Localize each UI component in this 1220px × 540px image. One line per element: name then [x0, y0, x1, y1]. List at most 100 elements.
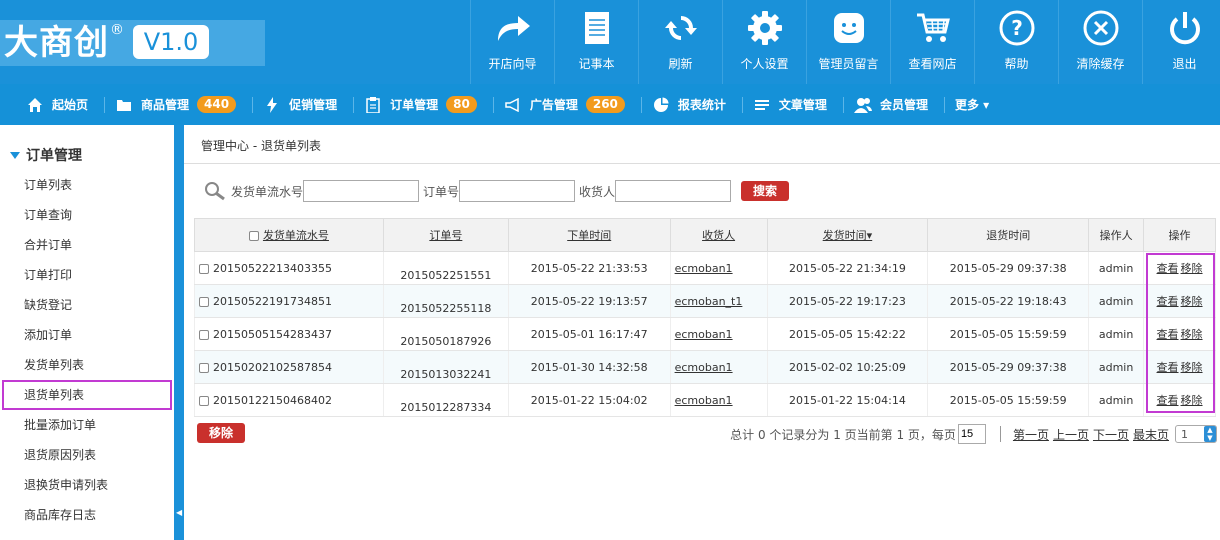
next-page-link[interactable]: 下一页: [1093, 426, 1129, 443]
nav-divider: [842, 96, 844, 113]
col-order-sn[interactable]: 订单号: [382, 218, 509, 252]
topnav-item-2[interactable]: 刷新: [638, 0, 722, 84]
page-size-input[interactable]: [957, 424, 986, 444]
consignee-label: 收货人: [579, 184, 616, 199]
table-footer: 移除 总计 0 个记录分为 1 页当前第 1 页，每页 第一页 上一页 下一页 …: [197, 423, 1217, 445]
nav-item-6[interactable]: 文章管理: [749, 84, 837, 125]
sidebar-item[interactable]: 合并订单: [0, 230, 176, 260]
table-row: 20150522191734851 2015052255118 2015-05-22…: [194, 284, 1216, 318]
col-operator-label: 操作人: [1099, 229, 1133, 242]
remove-link[interactable]: 移除: [1181, 262, 1203, 275]
lightning-icon: [263, 96, 281, 114]
sidebar-item[interactable]: 退换货申请列表: [0, 470, 176, 500]
view-link[interactable]: 查看: [1157, 361, 1179, 374]
topnav-item-3[interactable]: 个人设置: [722, 0, 806, 84]
collapse-arrow-icon: ◀: [176, 508, 183, 517]
topnav-item-5[interactable]: 查看网店: [890, 0, 974, 84]
topnav-item-7[interactable]: 清除缓存: [1058, 0, 1142, 84]
cell-delivery-sn: 20150122150468402: [194, 383, 384, 417]
col-ship-time[interactable]: 发货时间▾: [766, 218, 929, 252]
select-all-checkbox[interactable]: [248, 231, 259, 241]
topnav-label: 开店向导: [488, 57, 537, 71]
row-checkbox[interactable]: [199, 263, 209, 274]
col-order-sn-label: 订单号: [429, 229, 463, 242]
table-row: 20150122150468402 2015012287334 2015-01-22…: [194, 383, 1216, 417]
sidebar-item[interactable]: 退货原因列表: [0, 440, 176, 470]
prev-page-link[interactable]: 上一页: [1053, 426, 1089, 443]
sidebar-item[interactable]: 批量添加订单: [0, 410, 176, 440]
col-order-time[interactable]: 下单时间: [507, 218, 671, 252]
cell-actions: 查看 移除: [1143, 317, 1216, 351]
cell-return-time: 2015-05-22 19:18:43: [927, 284, 1090, 318]
row-checkbox[interactable]: [199, 362, 209, 373]
topnav-label: 刷新: [668, 57, 693, 71]
topnav-label: 退出: [1172, 57, 1197, 71]
table-row: 20150202102587854 2015013032241 2015-01-30…: [194, 350, 1216, 384]
view-link[interactable]: 查看: [1157, 394, 1179, 407]
remove-link[interactable]: 移除: [1181, 394, 1203, 407]
list-icon: [753, 96, 771, 114]
delivery-sn: 20150122150468402: [213, 393, 332, 407]
nav-item-3[interactable]: 订单管理 80: [360, 84, 487, 125]
nav-item-7[interactable]: 会员管理: [850, 84, 938, 125]
cell-operator: admin: [1088, 284, 1145, 318]
message-smile-icon: [807, 10, 890, 46]
row-checkbox[interactable]: [199, 329, 209, 340]
table-row: 20150522213403355 2015052251551 2015-05-22…: [194, 251, 1216, 285]
order-sn-input[interactable]: [459, 180, 576, 202]
remove-link[interactable]: 移除: [1181, 361, 1203, 374]
nav-item-5[interactable]: 报表统计: [648, 84, 736, 125]
sidebar-title[interactable]: 订单管理: [10, 145, 82, 165]
remove-button[interactable]: 移除: [197, 423, 246, 443]
view-link[interactable]: 查看: [1157, 262, 1179, 275]
nav-divider: [492, 96, 494, 113]
col-delivery-sn[interactable]: 发货单流水号: [194, 218, 384, 252]
nav-item-8[interactable]: 更多 ▾: [951, 84, 999, 125]
nav-item-1[interactable]: 商品管理 440: [111, 84, 246, 125]
topnav-item-8[interactable]: 退出: [1142, 0, 1220, 84]
cell-consignee[interactable]: ecmoban1: [669, 317, 768, 351]
topnav-item-1[interactable]: 记事本: [554, 0, 638, 84]
cell-delivery-sn: 20150522213403355: [194, 251, 384, 285]
cell-consignee[interactable]: ecmoban1: [669, 251, 768, 285]
row-checkbox[interactable]: [199, 395, 209, 406]
sidebar-item[interactable]: 订单查询: [0, 200, 176, 230]
consignee-input[interactable]: [615, 180, 732, 202]
breadcrumb-root[interactable]: 管理中心: [201, 139, 249, 153]
topnav-item-0[interactable]: 开店向导: [470, 0, 554, 84]
first-page-link[interactable]: 第一页: [1013, 426, 1049, 443]
remove-link[interactable]: 移除: [1181, 328, 1203, 341]
col-return-time: 退货时间: [927, 218, 1090, 252]
cell-operator: admin: [1088, 350, 1145, 384]
nav-item-4[interactable]: 广告管理 260: [500, 84, 635, 125]
sidebar-item[interactable]: 添加订单: [0, 320, 176, 350]
search-button[interactable]: 搜索: [741, 181, 790, 201]
col-consignee[interactable]: 收货人: [669, 218, 768, 252]
sidebar-item[interactable]: 发货单列表: [0, 350, 176, 380]
sidebar-item[interactable]: 商品库存日志: [0, 500, 176, 530]
page-select[interactable]: 1 ▲ ▼: [1175, 425, 1217, 443]
view-link[interactable]: 查看: [1157, 328, 1179, 341]
sidebar-item[interactable]: 订单打印: [0, 260, 176, 290]
sidebar-item[interactable]: 退货单列表: [2, 380, 172, 410]
topnav-item-6[interactable]: ? 帮助: [974, 0, 1058, 84]
col-return-time-label: 退货时间: [986, 229, 1031, 242]
sidebar-item[interactable]: 缺货登记: [0, 290, 176, 320]
nav-item-0[interactable]: 起始页: [22, 84, 98, 125]
clear-cache-icon: [1059, 10, 1142, 46]
nav-item-2[interactable]: 促销管理: [259, 84, 347, 125]
main-nav: 起始页 商品管理 440 促销管理 订单管理 80 广告管理 260 报表统计 文章管理 会员管理 更…: [0, 84, 1220, 125]
sidebar-collapse-bar[interactable]: ◀: [174, 125, 184, 540]
pager-divider: [999, 426, 1001, 442]
view-link[interactable]: 查看: [1157, 295, 1179, 308]
topnav-item-4[interactable]: 管理员留言: [806, 0, 890, 84]
row-checkbox[interactable]: [199, 296, 209, 307]
remove-link[interactable]: 移除: [1181, 295, 1203, 308]
sidebar-item[interactable]: 订单列表: [0, 170, 176, 200]
cell-consignee[interactable]: ecmoban1: [669, 350, 768, 384]
cell-consignee[interactable]: ecmoban_t1: [669, 284, 768, 318]
last-page-link[interactable]: 最末页: [1133, 426, 1169, 443]
cell-consignee[interactable]: ecmoban1: [669, 383, 768, 417]
delivery-sn-input[interactable]: [303, 180, 420, 202]
cell-delivery-sn: 20150505154283437: [194, 317, 384, 351]
